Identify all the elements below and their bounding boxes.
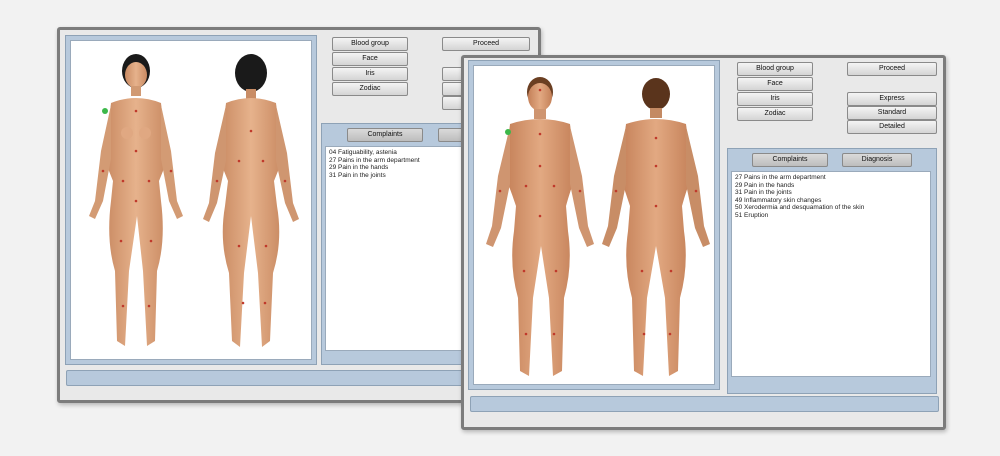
complaints-list[interactable]: 27 Pains in the arm department 29 Pain i… xyxy=(731,171,931,377)
status-bar xyxy=(470,396,939,412)
detailed-button[interactable]: Detailed xyxy=(847,120,937,134)
male-front-figure[interactable] xyxy=(486,77,594,376)
iris-button[interactable]: Iris xyxy=(737,92,813,106)
proceed-button[interactable]: Proceed xyxy=(847,62,937,76)
female-back-figure[interactable] xyxy=(203,54,299,347)
female-front-figure[interactable] xyxy=(89,54,183,346)
face-button[interactable]: Face xyxy=(737,77,813,91)
blood-group-button[interactable]: Blood group xyxy=(737,62,813,76)
list-item[interactable]: 27 Pains in the arm department xyxy=(735,174,927,182)
list-item[interactable]: 29 Pain in the hands xyxy=(735,182,927,190)
complaints-panel: Complaints Diagnosis 27 Pains in the arm… xyxy=(727,148,937,394)
express-button[interactable]: Express xyxy=(847,92,937,106)
male-figure-panel xyxy=(468,60,720,390)
zodiac-button[interactable]: Zodiac xyxy=(737,107,813,121)
male-figure-canvas[interactable] xyxy=(473,65,715,385)
list-item[interactable]: 31 Pain in the joints xyxy=(735,189,927,197)
diagnosis-tab[interactable]: Diagnosis xyxy=(842,153,912,167)
list-item[interactable]: 51 Eruption xyxy=(735,212,927,220)
proceed-button[interactable]: Proceed xyxy=(442,37,530,51)
face-button[interactable]: Face xyxy=(332,52,408,66)
complaints-tab[interactable]: Complaints xyxy=(347,128,423,142)
zodiac-button[interactable]: Zodiac xyxy=(332,82,408,96)
status-bar xyxy=(66,370,468,386)
list-item[interactable]: 50 Xerodermia and desquamation of the sk… xyxy=(735,204,927,212)
female-figure-canvas[interactable] xyxy=(70,40,312,360)
male-back-figure[interactable] xyxy=(602,78,710,376)
male-body-window: Blood group Face Iris Zodiac Proceed Exp… xyxy=(461,55,946,430)
standard-button[interactable]: Standard xyxy=(847,106,937,120)
blood-group-button[interactable]: Blood group xyxy=(332,37,408,51)
list-item[interactable]: 49 Inflammatory skin changes xyxy=(735,197,927,205)
female-figure-panel xyxy=(65,35,317,365)
complaints-tab[interactable]: Complaints xyxy=(752,153,828,167)
iris-button[interactable]: Iris xyxy=(332,67,408,81)
